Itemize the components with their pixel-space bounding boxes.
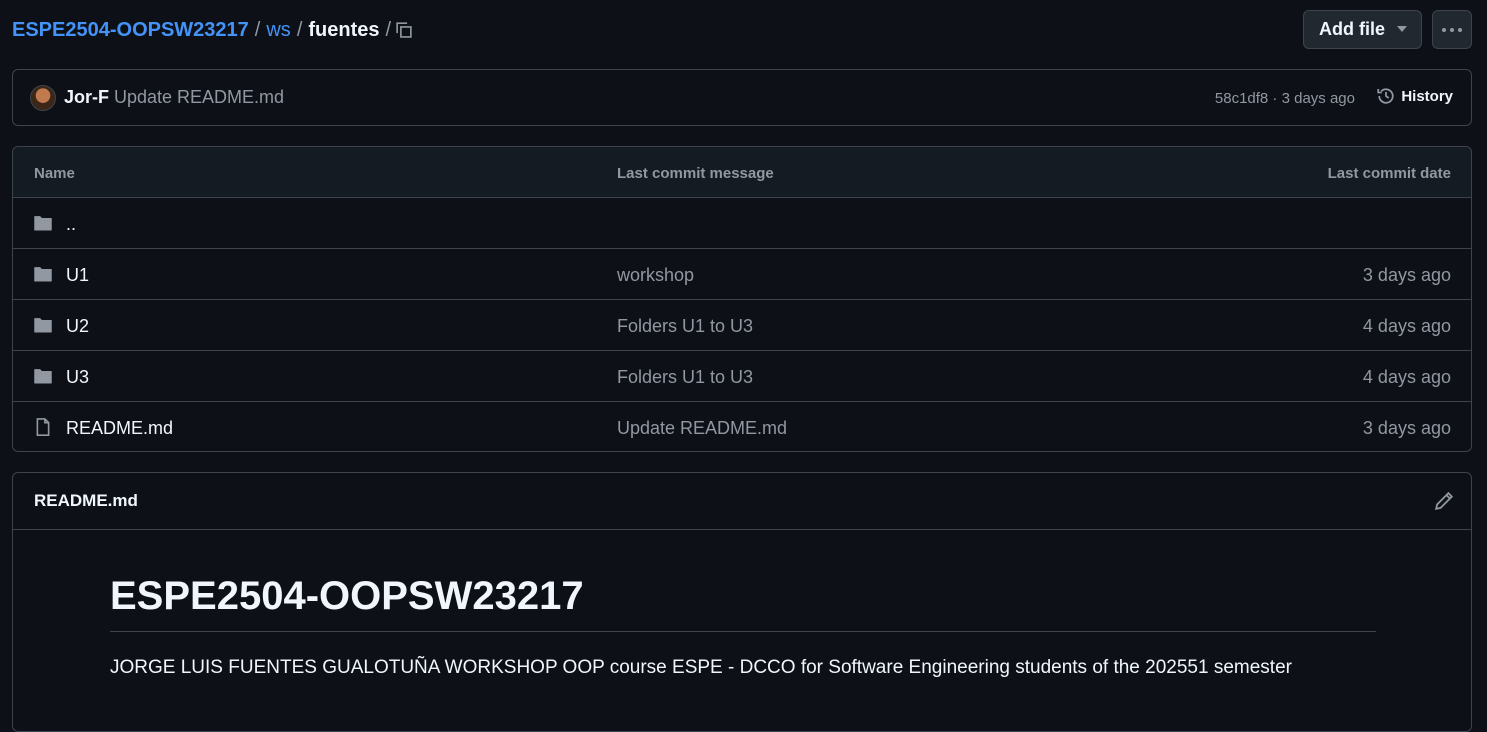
readme-header: README.md <box>13 473 1471 530</box>
add-file-button[interactable]: Add file <box>1303 10 1422 49</box>
file-icon <box>36 418 50 436</box>
commit-hash-time[interactable]: 58c1df8 · 3 days ago <box>1215 90 1355 107</box>
table-row[interactable]: U1 workshop 3 days ago <box>13 249 1471 300</box>
more-options-button[interactable] <box>1432 10 1472 49</box>
folder-icon <box>34 216 52 231</box>
folder-icon <box>34 369 52 384</box>
commit-date: 4 days ago <box>1362 316 1451 336</box>
history-button[interactable]: History <box>1376 86 1453 106</box>
commit-date: 3 days ago <box>1362 418 1451 438</box>
repo-header: ESPE2504-OOPSW23217 / ws / fuentes / Add… <box>0 0 1487 62</box>
folder-icon <box>34 267 52 282</box>
file-name-link[interactable]: .. <box>66 214 76 235</box>
latest-commit-bar: Jor-F Update README.md 58c1df8 · 3 days … <box>12 69 1472 126</box>
commit-author-link[interactable]: Jor-F <box>64 87 109 108</box>
commit-date: 3 days ago <box>1362 265 1451 285</box>
file-list-table: Name Last commit message Last commit dat… <box>12 146 1472 452</box>
file-list-header: Name Last commit message Last commit dat… <box>13 147 1471 198</box>
copy-icon <box>396 22 412 38</box>
kebab-horizontal-icon <box>1442 27 1462 32</box>
column-header-message: Last commit message <box>617 165 774 182</box>
file-name-link[interactable]: U3 <box>66 367 89 388</box>
table-row-parent[interactable]: .. <box>13 198 1471 249</box>
column-header-date: Last commit date <box>1327 165 1451 182</box>
column-header-name: Name <box>34 165 75 182</box>
table-row[interactable]: U2 Folders U1 to U3 4 days ago <box>13 300 1471 351</box>
pencil-icon[interactable] <box>1433 490 1455 512</box>
breadcrumb: ESPE2504-OOPSW23217 / ws / fuentes / <box>12 17 397 43</box>
divider <box>110 631 1376 632</box>
commit-message-link[interactable]: workshop <box>617 265 694 286</box>
readme-heading: ESPE2504-OOPSW23217 <box>110 574 584 618</box>
table-row[interactable]: U3 Folders U1 to U3 4 days ago <box>13 351 1471 402</box>
table-row[interactable]: README.md Update README.md 3 days ago <box>13 402 1471 451</box>
add-file-label: Add file <box>1319 19 1385 39</box>
chevron-down-icon <box>1397 26 1407 32</box>
readme-panel: README.md ESPE2504-OOPSW23217 JORGE LUIS… <box>12 472 1472 732</box>
commit-message-link[interactable]: Update README.md <box>617 418 787 439</box>
readme-paragraph: JORGE LUIS FUENTES GUALOTUÑA WORKSHOP OO… <box>110 657 1292 678</box>
folder-icon <box>34 318 52 333</box>
breadcrumb-separator: / <box>254 19 261 41</box>
file-name-link[interactable]: U1 <box>66 265 89 286</box>
history-icon <box>1377 88 1394 104</box>
history-label: History <box>1401 87 1453 105</box>
copy-path-button[interactable] <box>390 16 418 44</box>
readme-title-link[interactable]: README.md <box>34 491 138 511</box>
breadcrumb-current-folder: fuentes <box>308 19 380 41</box>
avatar[interactable] <box>30 85 56 111</box>
commit-message-link[interactable]: Folders U1 to U3 <box>617 367 753 388</box>
commit-message-link[interactable]: Folders U1 to U3 <box>617 316 753 337</box>
breadcrumb-ws-link[interactable]: ws <box>266 17 290 43</box>
file-name-link[interactable]: U2 <box>66 316 89 337</box>
breadcrumb-repo-link[interactable]: ESPE2504-OOPSW23217 <box>12 17 249 43</box>
breadcrumb-separator: / <box>296 19 303 41</box>
commit-message-link[interactable]: Update README.md <box>114 87 284 108</box>
commit-date: 4 days ago <box>1362 367 1451 387</box>
file-name-link[interactable]: README.md <box>66 418 173 439</box>
